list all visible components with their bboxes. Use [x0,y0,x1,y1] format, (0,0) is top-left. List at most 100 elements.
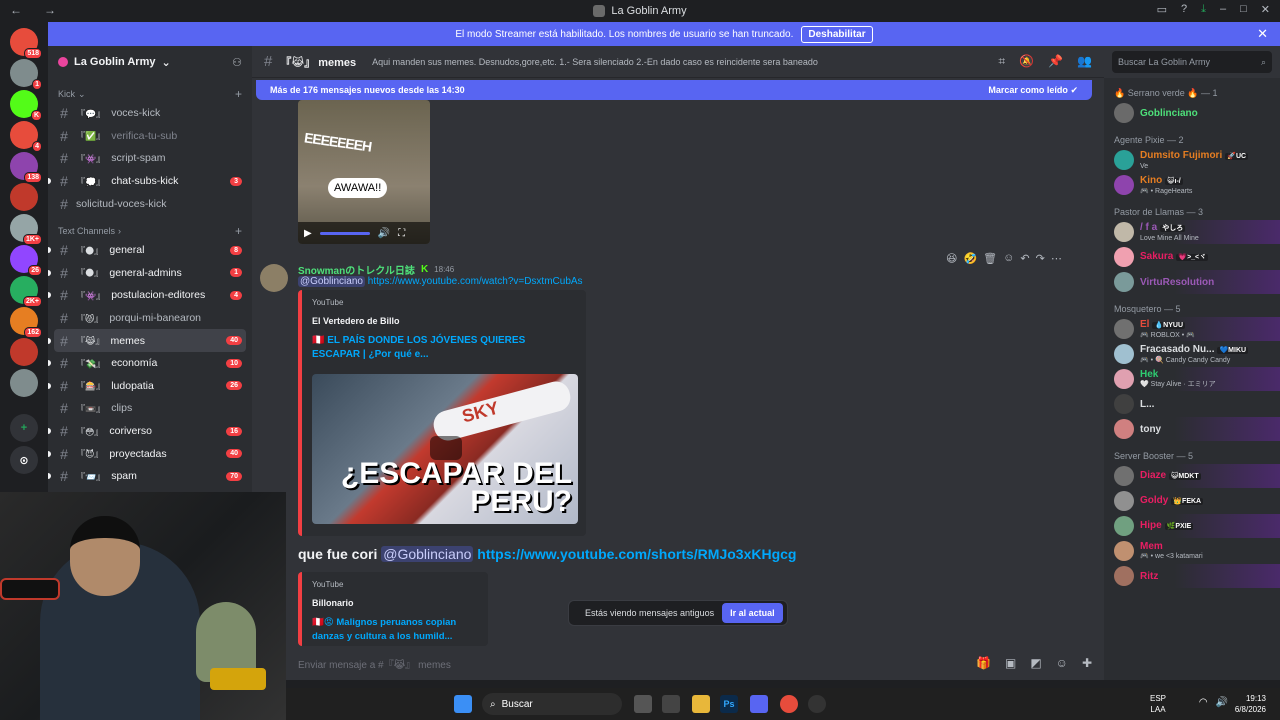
channel-economía[interactable]: # 『💸』 economía 10 [48,352,246,375]
server-icon[interactable] [10,183,38,211]
volume-icon[interactable]: 🔊 [378,228,390,239]
member-item[interactable]: tony [1104,417,1280,441]
forward-icon[interactable]: ↷ [1036,252,1045,265]
server-icon[interactable]: 1K+ [10,214,42,245]
channel-general-admins[interactable]: # 『🌑』 general-admins 1 [48,262,246,285]
clock[interactable]: 19:13 6/8/2026 [1235,693,1266,715]
channel-ludopatia[interactable]: # 『🎰』 ludopatia 26 [48,375,246,398]
member-item[interactable]: Kino 😺ı-/🎮 • RageHearts [1104,173,1280,197]
embed-title[interactable]: 🇵🇪😡 Malignos peruanos copian danzas y cu… [312,616,482,644]
disable-streamer-button[interactable]: Deshabilitar [801,25,873,43]
add-channel-icon[interactable]: + [235,87,242,101]
task-view-icon[interactable] [634,695,652,713]
discover-icon[interactable]: ⊙ [10,446,38,474]
member-list-icon[interactable]: 👥 [1077,54,1092,69]
category-text-channels[interactable]: Text Channels › + [48,223,252,239]
channel-chat-subs-kick[interactable]: # 『💭』 chat-subs-kick 3 [48,170,246,193]
channel-porqui-mi-banearon[interactable]: # 『😾』 porqui-mi-banearon [54,307,246,330]
mention[interactable]: @Goblinciano [298,276,365,287]
member-item[interactable]: Goldy 👑FEKA [1104,489,1280,513]
add-member-icon[interactable]: ⚇ [232,56,242,69]
add-channel-icon[interactable]: + [235,224,242,238]
message-composer[interactable]: Enviar mensaje a #『😹』 memes 🎁 ▣ ◩ ☺ ✚ [286,646,1104,680]
discord-icon[interactable] [750,695,768,713]
apps-icon[interactable]: ✚ [1082,656,1092,670]
download-icon[interactable]: ⤓ [1201,3,1206,16]
member-item[interactable]: Goblinciano [1104,101,1280,125]
channel-spam[interactable]: # 『📨』 spam 70 [48,465,246,488]
sticker-icon[interactable]: ◩ [1030,656,1041,670]
channel-clips[interactable]: # 『📼』 clips [54,397,246,420]
member-item[interactable]: L... [1104,392,1280,416]
member-item[interactable]: / f a やしろ Love Mine All Mine [1104,220,1280,244]
emoji-icon[interactable]: ☺ [1056,656,1068,670]
message-link[interactable]: https://www.youtube.com/shorts/RMJo3xKHg… [477,546,796,562]
close-icon[interactable]: ✕ [1257,26,1268,42]
new-messages-bar[interactable]: Más de 176 mensajes nuevos desde las 14:… [256,80,1092,100]
server-icon[interactable]: 26 [10,245,42,276]
play-icon[interactable]: ▶ [304,228,312,239]
member-item[interactable]: Sakura 💗>_<ヾ [1104,245,1280,269]
pin-icon[interactable]: 📌 [1048,54,1063,69]
channel-topic[interactable]: Aqui manden sus memes. Desnudos,gore,etc… [372,57,818,67]
member-item[interactable]: Ritz [1104,564,1280,588]
add-server-icon[interactable]: + [10,414,38,442]
server-icon[interactable]: 2K+ [10,276,42,307]
message-area[interactable]: Más de 176 mensajes nuevos desde las 14:… [252,78,1104,646]
chrome-icon[interactable] [780,695,798,713]
mention[interactable]: @Goblinciano [381,546,474,562]
photoshop-icon[interactable]: Ps [720,695,738,713]
member-item[interactable]: Hek 🤍 Stay Alive · エミリア [1104,367,1280,391]
gift-icon[interactable]: 🎁 [976,656,991,670]
member-item[interactable]: Dumsito Fujimori 🚀UC Ve [1104,148,1280,172]
channel-solicitud-voces-kick[interactable]: # solicitud-voces-kick [54,192,246,215]
channel-script-spam[interactable]: # 『👾』 script-spam [54,147,246,170]
server-icon[interactable]: 138 [10,152,42,183]
member-item[interactable]: El 💧NYUU 🎮 ROBLOX • 🎮 [1104,317,1280,341]
server-icon[interactable]: 162 [10,307,42,338]
message-link[interactable]: https://www.youtube.com/watch?v=DsxtmCub… [368,276,583,287]
channel-voces-kick[interactable]: # 『💬』 voces-kick [54,102,246,125]
member-item[interactable]: Diaze 😺MDKT [1104,464,1280,488]
close-window-icon[interactable]: ✕ [1261,3,1270,16]
server-header[interactable]: La Goblin Army ⌄ ⚇ [48,46,252,78]
back-arrow-icon[interactable]: ← [10,3,22,17]
reaction-icon[interactable]: 🤣 [963,252,977,265]
more-icon[interactable]: ⋯ [1051,252,1062,265]
windows-start-icon[interactable] [454,695,472,713]
member-item[interactable]: Mem 🎮 • we <3 katamari [1104,539,1280,563]
file-explorer-icon[interactable] [692,695,710,713]
embed-title[interactable]: 🇵🇪 EL PAÍS DONDE LOS JÓVENES QUIERES ESC… [312,334,572,362]
phone-icon[interactable] [662,695,680,713]
server-icon[interactable]: 518 [10,28,42,59]
reaction-icon[interactable]: 🗑 [983,252,997,265]
channel-verifica-tu-sub[interactable]: # 『✅』 verifica-tu-sub [54,125,246,148]
maximize-icon[interactable]: □ [1240,3,1247,16]
taskbar-search[interactable]: ⌕ Buscar [482,693,622,715]
embed-author[interactable]: Billonario [312,598,354,608]
embed-author[interactable]: El Vertedero de Billo [312,316,400,326]
server-icon[interactable] [10,338,38,366]
reply-icon[interactable]: ↶ [1020,252,1029,265]
channel-coriverso[interactable]: # 『😳』 coriverso 16 [48,420,246,443]
reaction-icon[interactable]: 😆 [946,252,957,265]
mute-bell-icon[interactable]: 🔕 [1019,54,1034,69]
channel-postulacion-editores[interactable]: # 『👾』 postulacion-editores 4 [48,284,246,307]
search-input[interactable]: Buscar La Goblin Army ⌕ [1112,51,1272,73]
obs-icon[interactable] [808,695,826,713]
language-indicator[interactable]: ESP LAA [1150,693,1166,715]
server-icon[interactable] [10,369,38,397]
video-progress[interactable] [319,231,370,235]
server-icon[interactable]: 1 [10,59,42,90]
fullscreen-icon[interactable]: ⛶ [398,228,405,239]
volume-icon[interactable]: 🔊 [1216,697,1228,708]
category-kick[interactable]: Kick ⌄ + [48,86,252,102]
username[interactable]: Snowmanのトレクル日誌 [298,262,415,277]
wifi-icon[interactable]: ◠ [1199,697,1208,708]
member-item[interactable]: Hipe 🌿PXIE [1104,514,1280,538]
help-icon[interactable]: ? [1181,3,1187,16]
jump-to-present-button[interactable]: Ir al actual [722,603,783,623]
server-icon[interactable]: 4 [10,121,42,152]
video-attachment[interactable]: EEEEEEEH AWAWA!! ▶ 🔊 ⛶ [298,100,430,244]
embed-thumbnail[interactable]: SKY ¿ESCAPAR DEL PERU? [312,374,578,524]
